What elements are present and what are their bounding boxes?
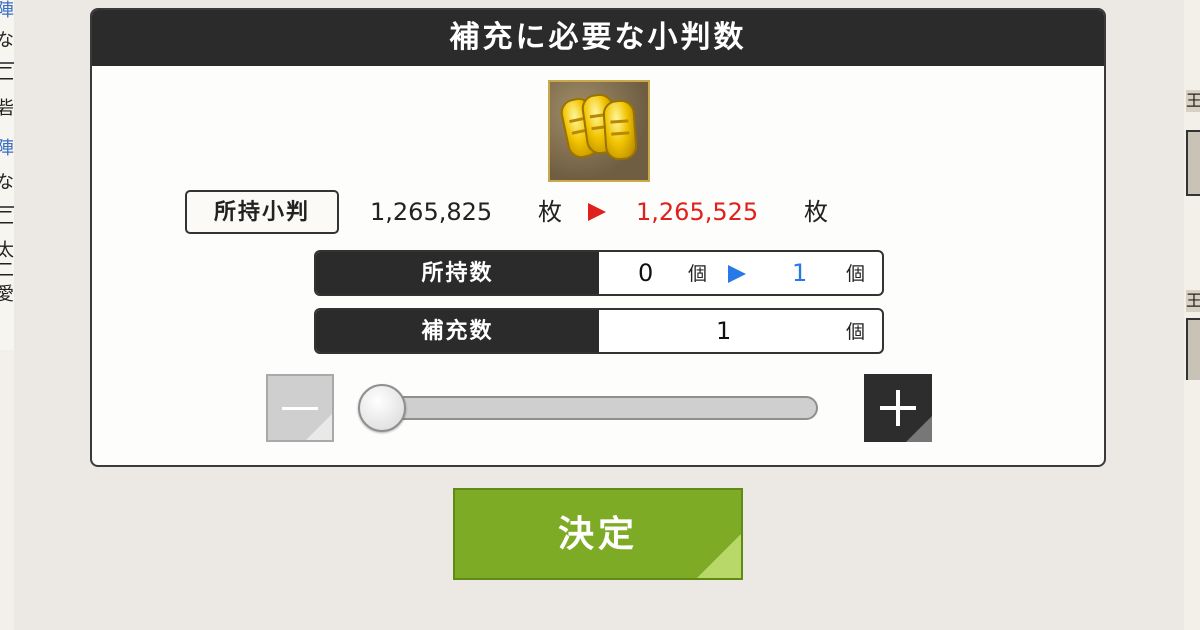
bg-glyph: 砦 (0, 100, 14, 118)
coin-shape (601, 98, 639, 162)
owned-count-label: 所持数 (316, 252, 599, 294)
increase-arrow-icon (728, 265, 746, 283)
refill-dialog: 補充に必要な小判数 所持小判 1,265,825 枚 1,265,525 枚 所… (90, 8, 1106, 467)
bg-glyph: 王 (1186, 290, 1200, 312)
refill-amount-slider[interactable] (358, 384, 818, 432)
refill-count-label: 補充数 (316, 310, 599, 352)
button-corner-accent (306, 414, 332, 440)
owned-count-row: 所持数 0 個 1 個 (314, 250, 884, 296)
bg-glyph: 陣 (0, 2, 14, 20)
bg-glyph: 二 (0, 210, 14, 228)
decrease-button[interactable] (266, 374, 334, 442)
coins-unit: 枚 (538, 198, 562, 226)
owned-count-after: 1 (792, 259, 808, 287)
owned-coins-after: 1,265,525 (636, 198, 759, 226)
plus-icon (896, 390, 900, 426)
confirm-button-label: 決定 (557, 513, 638, 555)
increase-button[interactable] (864, 374, 932, 442)
owned-coins-current: 1,265,825 (370, 198, 493, 226)
dialog-title: 補充に必要な小判数 (92, 10, 1104, 66)
bg-glyph: 陣 (0, 140, 14, 158)
background-list-right: 王 王 (1184, 0, 1200, 380)
refill-count-row: 補充数 1 個 (314, 308, 884, 354)
bg-thumbnail (1186, 318, 1200, 380)
coins-unit: 枚 (804, 198, 828, 226)
bg-glyph: 二 (0, 262, 14, 280)
koban-gold-coins-icon (548, 80, 650, 182)
bg-glyph: 愛 (0, 286, 14, 304)
bg-glyph: 王 (1186, 90, 1200, 112)
confirm-button[interactable]: 決定 (453, 488, 743, 580)
bg-glyph: 太 (0, 242, 14, 260)
slider-handle[interactable] (358, 384, 406, 432)
bg-glyph: な (0, 174, 14, 192)
minus-icon (282, 407, 318, 410)
button-corner-accent (906, 416, 932, 442)
count-unit: 個 (846, 321, 866, 343)
bg-glyph: な (0, 32, 14, 50)
bg-glyph: 二 (0, 66, 14, 84)
refill-count-value: 1 (716, 317, 732, 345)
bg-thumbnail (1186, 130, 1200, 196)
owned-coins-label: 所持小判 (185, 190, 339, 234)
button-corner-accent (697, 534, 741, 578)
count-unit: 個 (688, 263, 708, 285)
count-unit: 個 (846, 263, 866, 285)
decrease-arrow-icon (588, 203, 606, 221)
owned-count-current: 0 (638, 259, 654, 287)
